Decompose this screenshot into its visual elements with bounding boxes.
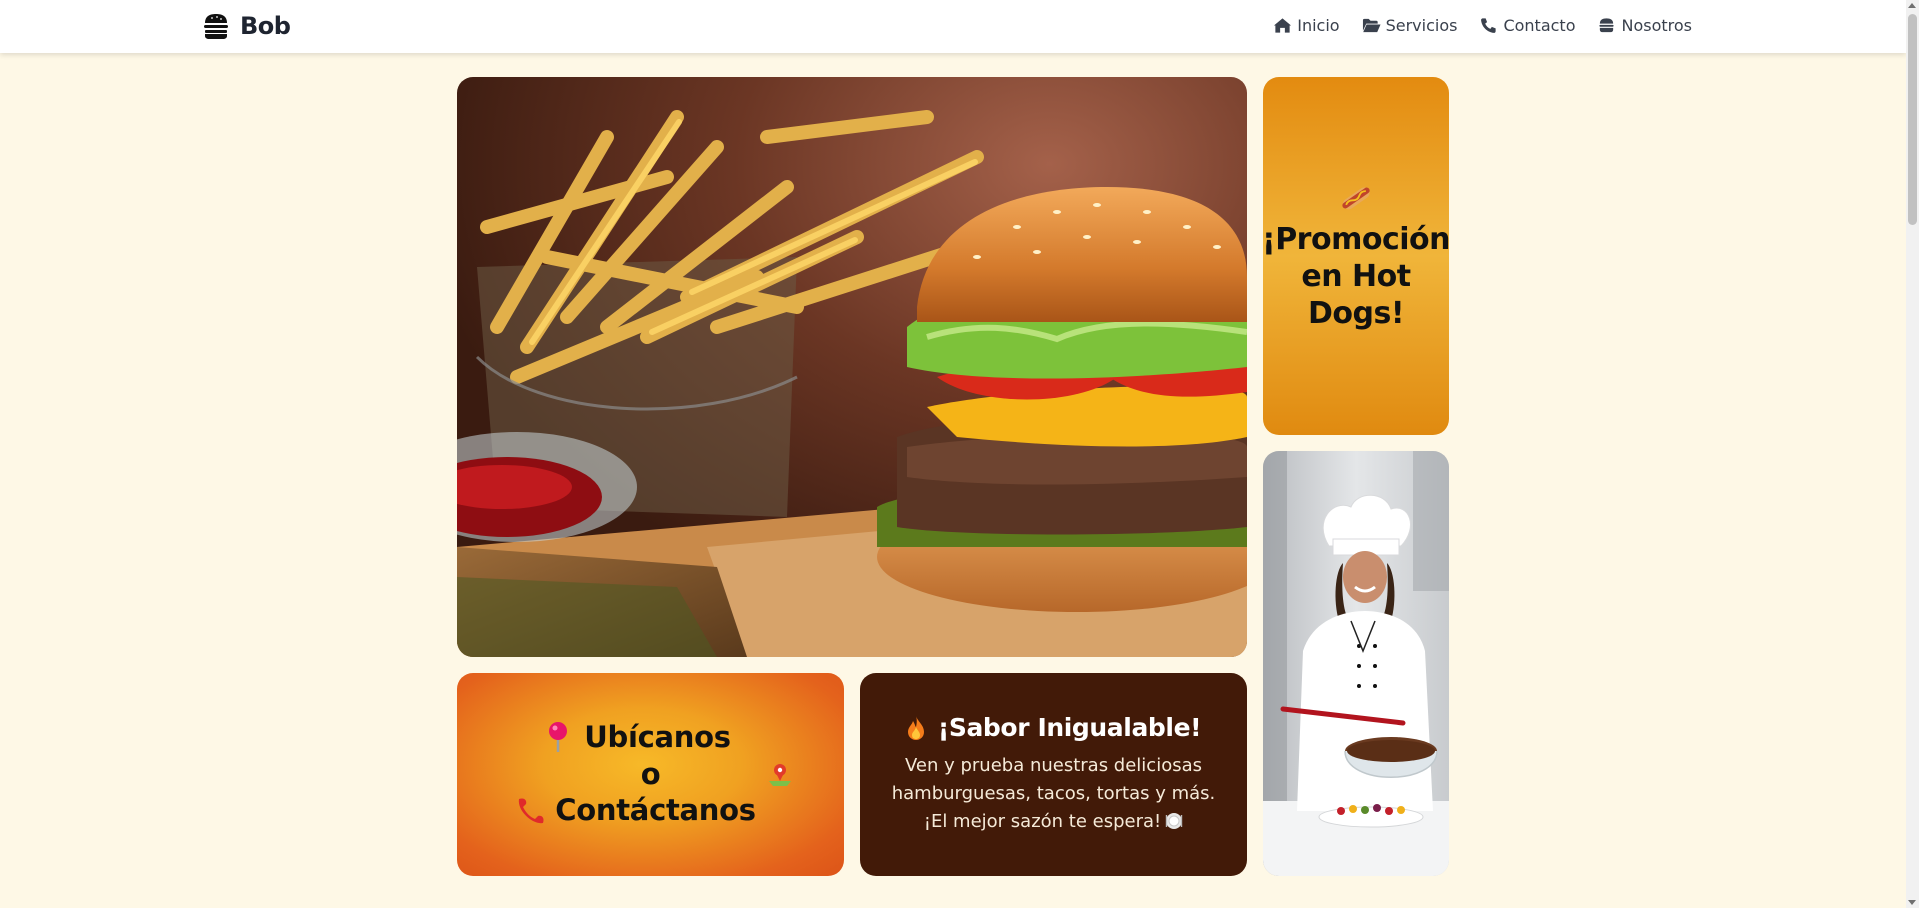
nav-servicios[interactable]: Servicios: [1362, 15, 1458, 35]
scroll-thumb[interactable]: [1908, 14, 1917, 225]
fire-icon: [907, 715, 924, 740]
brand-link[interactable]: Bob: [202, 10, 291, 42]
nav-nosotros[interactable]: Nosotros: [1597, 16, 1692, 35]
chef-image: [1263, 451, 1449, 876]
scroll-up-arrow-icon[interactable]: [1908, 3, 1916, 8]
burger-icon: [1599, 17, 1615, 32]
navbar: Bob Inicio Servicios Contacto Nosotros: [0, 0, 1906, 53]
ubicanos-content: Ubícanos o Contáctanos: [457, 673, 844, 876]
promo-hotdogs-card[interactable]: ¡Promoción en Hot Dogs!: [1263, 77, 1449, 435]
nav-contacto[interactable]: Contacto: [1479, 16, 1575, 35]
home-icon: [1274, 17, 1292, 33]
sabor-title-row: ¡Sabor Inigualable!: [906, 713, 1202, 742]
nav-contacto-label: Contacto: [1503, 15, 1576, 35]
nav-inicio-label: Inicio: [1297, 15, 1340, 35]
sabor-description: Ven y prueba nuestras deliciosas hamburg…: [878, 752, 1229, 836]
hotdog-icon: [1342, 186, 1370, 209]
phone-icon: [1481, 17, 1497, 33]
burger-icon: [204, 14, 228, 39]
nav-inicio[interactable]: Inicio: [1273, 15, 1340, 35]
promo-title-line-1: ¡Promoción: [1263, 221, 1449, 257]
nav-nosotros-label: Nosotros: [1621, 15, 1692, 35]
sabor-title: ¡Sabor Inigualable!: [937, 713, 1202, 742]
map-pin-icon: [769, 764, 791, 786]
plate-icon: [1166, 813, 1183, 829]
promo-title: ¡Promoción en Hot Dogs!: [1263, 221, 1449, 332]
nav-servicios-label: Servicios: [1385, 15, 1458, 35]
ubicanos-contactanos-card[interactable]: Ubícanos o Contáctanos: [457, 673, 844, 876]
promo-title-line-3: Dogs!: [1307, 295, 1405, 331]
page-scrollbar[interactable]: [1906, 0, 1919, 908]
hero-burger-image: [457, 77, 1247, 657]
scroll-down-arrow-icon[interactable]: [1908, 900, 1916, 905]
sabor-inigualable-card[interactable]: ¡Sabor Inigualable! Ven y prueba nuestra…: [860, 673, 1247, 876]
brand-name: Bob: [240, 12, 291, 40]
folder-open-icon: [1362, 18, 1381, 32]
nav-links: Inicio Servicios Contacto Nosotros: [1273, 13, 1692, 37]
promo-title-line-2: en Hot: [1301, 258, 1411, 294]
ubicanos-line-3: Contáctanos: [555, 793, 756, 827]
ubicanos-line-1: Ubícanos: [584, 720, 731, 754]
